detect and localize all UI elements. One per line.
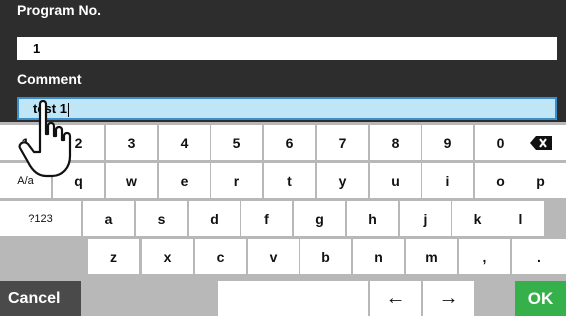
comment-field[interactable]: test 1 xyxy=(17,97,557,120)
key-z[interactable]: z xyxy=(88,239,139,274)
key-3[interactable]: 3 xyxy=(106,125,157,160)
key-5[interactable]: 5 xyxy=(211,125,262,160)
key-7[interactable]: 7 xyxy=(317,125,368,160)
comment-label: Comment xyxy=(17,71,82,87)
key-9[interactable]: 9 xyxy=(422,125,473,160)
key-n[interactable]: n xyxy=(353,239,404,274)
cursor-right-key[interactable]: → xyxy=(423,281,474,316)
key-t[interactable]: t xyxy=(264,163,315,198)
symbols-key[interactable]: ?123 xyxy=(0,201,81,236)
key-j[interactable]: j xyxy=(400,201,451,236)
key-8[interactable]: 8 xyxy=(370,125,421,160)
ok-button[interactable]: OK xyxy=(515,281,566,316)
key-l[interactable]: l xyxy=(497,201,544,236)
key-6[interactable]: 6 xyxy=(264,125,315,160)
key-k[interactable]: k xyxy=(452,201,503,236)
key-w[interactable]: w xyxy=(106,163,157,198)
form-panel: Program No. 1 Comment test 1 xyxy=(0,0,566,122)
cursor-left-key[interactable]: ← xyxy=(370,281,421,316)
backspace-key[interactable] xyxy=(515,125,566,160)
key-e[interactable]: e xyxy=(159,163,210,198)
key-u[interactable]: u xyxy=(370,163,421,198)
key-h[interactable]: h xyxy=(347,201,398,236)
key-x[interactable]: x xyxy=(142,239,193,274)
key-b[interactable]: b xyxy=(300,239,351,274)
cancel-button[interactable]: Cancel xyxy=(0,281,81,316)
key-s[interactable]: s xyxy=(136,201,187,236)
key-comma[interactable]: , xyxy=(459,239,510,274)
key-f[interactable]: f xyxy=(241,201,292,236)
key-m[interactable]: m xyxy=(406,239,457,274)
key-c[interactable]: c xyxy=(195,239,246,274)
key-a[interactable]: a xyxy=(83,201,134,236)
program-no-label: Program No. xyxy=(17,2,102,18)
key-i[interactable]: i xyxy=(422,163,473,198)
key-y[interactable]: y xyxy=(317,163,368,198)
key-p[interactable]: p xyxy=(515,163,566,198)
program-no-field[interactable]: 1 xyxy=(17,37,557,60)
key-v[interactable]: v xyxy=(248,239,299,274)
pointing-hand-icon xyxy=(18,100,72,178)
backspace-icon xyxy=(529,135,552,150)
key-period[interactable]: . xyxy=(512,239,566,274)
key-r[interactable]: r xyxy=(211,163,262,198)
key-d[interactable]: d xyxy=(189,201,240,236)
key-4[interactable]: 4 xyxy=(159,125,210,160)
space-key[interactable] xyxy=(218,281,368,316)
key-g[interactable]: g xyxy=(294,201,345,236)
